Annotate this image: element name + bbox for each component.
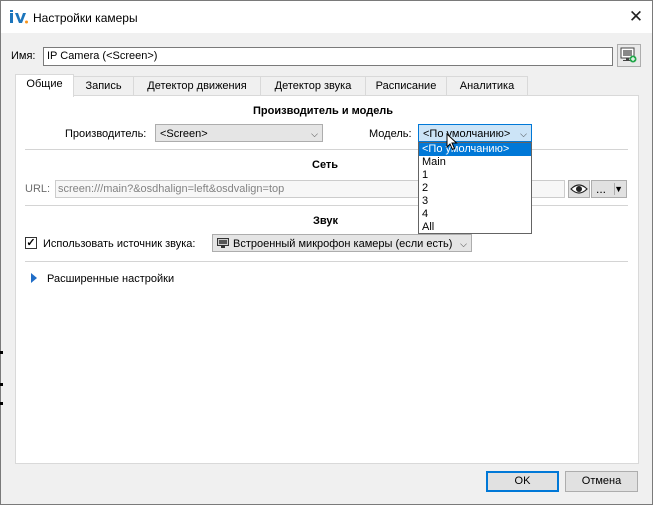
camera-settings-dialog: Настройки камеры ✕ Имя: IP Camera (<Scre… <box>0 0 653 505</box>
model-value: <По умолчанию> <box>423 128 511 140</box>
tab-analytics[interactable]: Аналитика <box>446 76 528 96</box>
tab-schedule[interactable]: Расписание <box>365 76 447 96</box>
close-icon[interactable]: ✕ <box>625 7 647 27</box>
manufacturer-label: Производитель: <box>65 128 147 140</box>
manufacturer-select[interactable]: <Screen> ⌵ <box>155 124 323 142</box>
dropdown-option[interactable]: <По умолчанию> <box>419 143 531 156</box>
network-section-title: Сеть <box>312 159 339 171</box>
use-sound-source-label: Использовать источник звука: <box>43 238 196 250</box>
tab-sound-detector[interactable]: Детектор звука <box>260 76 366 96</box>
advanced-settings-toggle[interactable]: Расширенные настройки <box>47 273 174 285</box>
dropdown-option[interactable]: 4 <box>419 208 531 221</box>
dropdown-option[interactable]: 1 <box>419 169 531 182</box>
window-title: Настройки камеры <box>33 11 138 25</box>
title-bar: Настройки камеры ✕ <box>1 1 652 33</box>
chevron-down-icon: ⌵ <box>520 129 527 139</box>
tool-button[interactable] <box>617 44 641 67</box>
model-dropdown-list: <По умолчанию> Main 1 2 3 4 All <box>418 142 532 234</box>
use-sound-source-checkbox[interactable]: ✓ <box>25 237 37 249</box>
monitor-add-icon <box>620 47 637 63</box>
url-label: URL: <box>25 183 51 195</box>
cancel-button[interactable]: Отмена <box>565 471 638 492</box>
url-options-button[interactable]: ... ▼ <box>591 180 627 198</box>
divider <box>25 261 628 262</box>
checkmark-icon: ✓ <box>26 237 36 249</box>
dropdown-option[interactable]: Main <box>419 156 531 169</box>
chevron-down-icon: ⌵ <box>460 239 467 249</box>
background-window-fragment <box>0 402 3 405</box>
dropdown-option[interactable]: All <box>419 221 531 234</box>
name-field[interactable]: IP Camera (<Screen>) <box>43 47 613 66</box>
model-select[interactable]: <По умолчанию> ⌵ <box>418 124 532 142</box>
show-url-button[interactable] <box>568 180 590 198</box>
dropdown-option[interactable]: 3 <box>419 195 531 208</box>
triangle-down-icon[interactable]: ▼ <box>614 181 623 197</box>
app-logo-icon <box>10 10 28 24</box>
sound-source-select[interactable]: Встроенный микрофон камеры (если есть) ⌵ <box>212 234 472 252</box>
tab-motion-detector[interactable]: Детектор движения <box>133 76 261 96</box>
tab-recording[interactable]: Запись <box>73 76 134 96</box>
manufacturer-value: <Screen> <box>160 128 208 140</box>
more-label: ... <box>596 182 607 196</box>
sound-source-value: Встроенный микрофон камеры (если есть) <box>233 238 453 250</box>
background-window-fragment <box>0 383 3 386</box>
microphone-device-icon <box>217 238 229 248</box>
mouse-cursor-icon <box>446 133 458 151</box>
divider <box>25 149 628 150</box>
model-label: Модель: <box>369 128 412 140</box>
divider <box>25 205 628 206</box>
dropdown-option[interactable]: 2 <box>419 182 531 195</box>
name-label: Имя: <box>11 50 36 62</box>
ok-button[interactable]: OK <box>486 471 559 492</box>
manufacturer-section-title: Производитель и модель <box>253 105 394 117</box>
chevron-down-icon: ⌵ <box>311 129 318 139</box>
tab-general[interactable]: Общие <box>15 74 74 97</box>
sound-section-title: Звук <box>313 215 339 227</box>
expand-arrow-icon[interactable] <box>31 273 37 283</box>
eye-icon <box>570 184 588 194</box>
background-window-fragment <box>0 351 3 354</box>
